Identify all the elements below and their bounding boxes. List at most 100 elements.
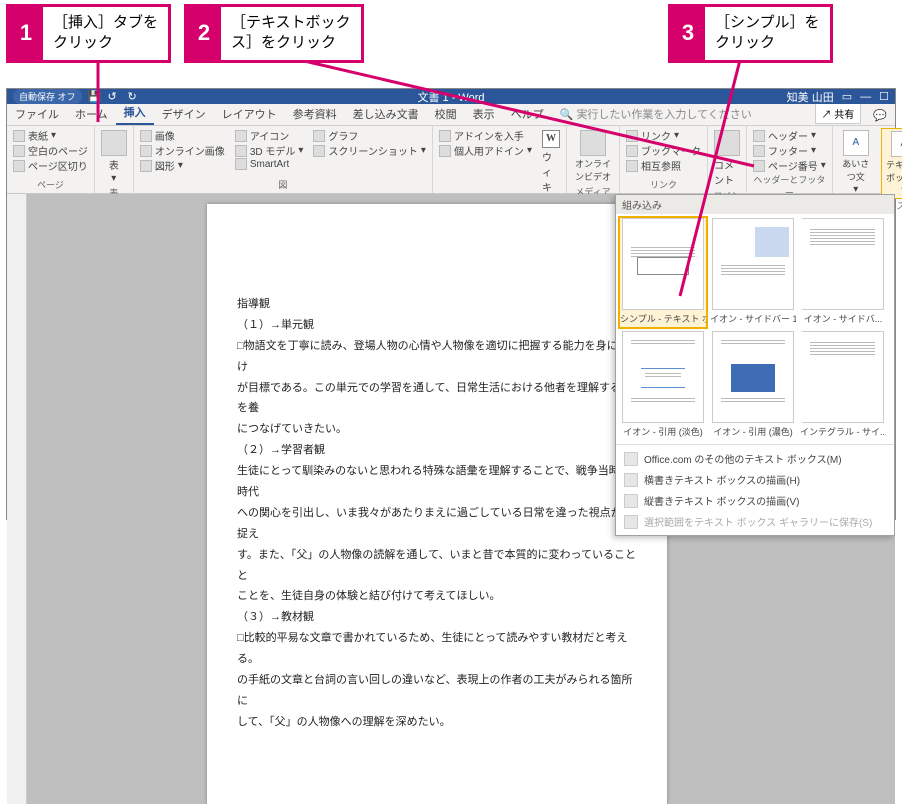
draw-vertical-textbox[interactable]: 縦書きテキスト ボックスの描画(V) bbox=[616, 490, 894, 511]
gallery-item-simple[interactable]: シンプル - テキスト ボッ... bbox=[620, 218, 706, 327]
gallery-item-ion-quote-dark[interactable]: イオン - 引用 (濃色) bbox=[710, 331, 796, 440]
more-textboxes-office[interactable]: Office.com のその他のテキスト ボックス(M) bbox=[616, 448, 894, 469]
group-pages: 表紙 ▾ 空白のページ ページ区切り ページ bbox=[7, 126, 95, 193]
table-icon bbox=[101, 130, 127, 156]
group-tables: 表▾ 表 bbox=[95, 126, 134, 193]
comment-icon bbox=[714, 130, 740, 156]
shapes-button[interactable]: 図形 ▾ bbox=[138, 158, 227, 173]
tab-view[interactable]: 表示 bbox=[465, 103, 503, 125]
pictures-icon bbox=[140, 130, 152, 142]
comment-button[interactable]: コメント bbox=[712, 128, 742, 189]
online-pictures-icon bbox=[140, 145, 152, 157]
tab-insert[interactable]: 挿入 bbox=[116, 101, 154, 125]
save-gallery-icon bbox=[624, 515, 638, 529]
thumb-ion-sidebar-1 bbox=[712, 218, 794, 310]
bookmark-icon bbox=[626, 145, 638, 157]
blank-page-icon bbox=[13, 145, 25, 157]
callout-1: 1 ［挿入］タブを クリック bbox=[6, 4, 171, 63]
online-video-button[interactable]: オンラインビデオ bbox=[571, 128, 615, 185]
cover-page-icon bbox=[13, 130, 25, 142]
gallery-item-ion-sidebar-2[interactable]: イオン - サイドバ... bbox=[800, 218, 886, 327]
group-media: オンラインビデオ メディア bbox=[567, 126, 620, 193]
group-comments: コメント コメント bbox=[708, 126, 747, 193]
ribbon-options-icon[interactable]: ▭ bbox=[842, 90, 852, 103]
cover-page-button[interactable]: 表紙 ▾ bbox=[11, 128, 90, 143]
thumb-integral bbox=[802, 331, 884, 423]
chart-icon bbox=[313, 130, 325, 142]
group-illustrations: 画像 オンライン画像 図形 ▾ アイコン 3D モデル ▾ SmartArt グ… bbox=[134, 126, 433, 193]
icons-icon bbox=[235, 130, 247, 142]
gallery-item-integral-sidebar[interactable]: インテグラル - サイ... bbox=[800, 331, 886, 440]
draw-v-icon bbox=[624, 494, 638, 508]
user-name[interactable]: 知美 山田 bbox=[787, 89, 834, 105]
gallery-item-ion-quote-light[interactable]: イオン - 引用 (淡色) bbox=[620, 331, 706, 440]
group-links: リンク ▾ ブックマーク 相互参照 リンク bbox=[620, 126, 708, 193]
gallery-item-ion-sidebar-1[interactable]: イオン - サイドバー 1 bbox=[710, 218, 796, 327]
screenshot-button[interactable]: スクリーンショット ▾ bbox=[311, 143, 428, 158]
page[interactable]: 指導観 （１）→単元観 □物語文を丁寧に読み、登場人物の心情や人物像を適切に把握… bbox=[207, 204, 667, 804]
callout-2: 2 ［テキストボック ス］をクリック bbox=[184, 4, 364, 63]
group-addins: アドインを入手 個人用アドイン ▾ Wウィキペディア アドイン bbox=[433, 126, 567, 193]
page-break-button[interactable]: ページ区切り bbox=[11, 158, 90, 173]
wikipedia-icon: W bbox=[542, 130, 560, 148]
online-pictures-button[interactable]: オンライン画像 bbox=[138, 143, 227, 158]
share-button[interactable]: ↗ 共有 bbox=[815, 103, 862, 124]
callout-2-text: ［テキストボック ス］をクリック bbox=[221, 7, 361, 60]
tab-review[interactable]: 校閲 bbox=[427, 103, 465, 125]
group-text: Aあいさつ文▾ Aテキストボックス▾ ▾ ▾ ▾ テキスト bbox=[833, 126, 902, 193]
greeting-button[interactable]: Aあいさつ文▾ bbox=[837, 128, 875, 197]
text-box-gallery: 組み込み シンプル - テキスト ボッ... bbox=[615, 194, 895, 536]
header-button[interactable]: ヘッダー ▾ bbox=[751, 128, 828, 143]
screenshot-icon bbox=[313, 145, 325, 157]
crossref-button[interactable]: 相互参照 bbox=[624, 158, 703, 173]
thumb-ion-quote-dark bbox=[712, 331, 794, 423]
text-box-button[interactable]: Aテキストボックス▾ bbox=[881, 128, 902, 199]
tab-references[interactable]: 参考資料 bbox=[285, 103, 345, 125]
vertical-ruler bbox=[7, 194, 27, 804]
gallery-header: 組み込み bbox=[616, 195, 894, 214]
store-icon bbox=[439, 130, 451, 142]
my-addins-button[interactable]: 個人用アドイン ▾ bbox=[437, 143, 534, 158]
blank-page-button[interactable]: 空白のページ bbox=[11, 143, 90, 158]
thumb-ion-quote-light bbox=[622, 331, 704, 423]
comments-pane-icon[interactable]: 💬 bbox=[865, 106, 895, 125]
page-number-icon bbox=[753, 160, 765, 172]
smartart-button[interactable]: SmartArt bbox=[233, 158, 306, 170]
tab-design[interactable]: デザイン bbox=[154, 103, 214, 125]
table-button[interactable]: 表▾ bbox=[99, 128, 129, 186]
minimize-icon[interactable]: — bbox=[860, 91, 871, 103]
autosave-toggle[interactable]: 自動保存 オフ bbox=[13, 89, 82, 104]
tab-help[interactable]: ヘルプ bbox=[503, 103, 552, 125]
draw-horizontal-textbox[interactable]: 横書きテキスト ボックスの描画(H) bbox=[616, 469, 894, 490]
footer-button[interactable]: フッター ▾ bbox=[751, 143, 828, 158]
page-number-button[interactable]: ページ番号 ▾ bbox=[751, 158, 828, 173]
callout-3-text: ［シンプル］を クリック bbox=[705, 7, 830, 60]
redo-icon[interactable]: ↻ bbox=[128, 90, 142, 104]
page-break-icon bbox=[13, 160, 25, 172]
tell-me-search[interactable]: 🔍 実行したい作業を入力してください bbox=[552, 103, 811, 125]
save-icon[interactable]: 💾 bbox=[88, 90, 102, 104]
icons-button[interactable]: アイコン bbox=[233, 128, 306, 143]
pictures-button[interactable]: 画像 bbox=[138, 128, 227, 143]
my-addins-icon bbox=[439, 145, 451, 157]
tab-layout[interactable]: レイアウト bbox=[214, 103, 285, 125]
tab-file[interactable]: ファイル bbox=[7, 103, 67, 125]
bookmark-button[interactable]: ブックマーク bbox=[624, 143, 703, 158]
undo-icon[interactable]: ↺ bbox=[108, 90, 122, 104]
tab-home[interactable]: ホーム bbox=[67, 103, 116, 125]
3d-models-button[interactable]: 3D モデル ▾ bbox=[233, 143, 306, 158]
chart-button[interactable]: グラフ bbox=[311, 128, 428, 143]
draw-h-icon bbox=[624, 473, 638, 487]
document-canvas: 指導観 （１）→単元観 □物語文を丁寧に読み、登場人物の心情や人物像を適切に把握… bbox=[7, 194, 895, 804]
tab-mailings[interactable]: 差し込み文書 bbox=[345, 103, 427, 125]
thumb-ion-sidebar-2 bbox=[802, 218, 884, 310]
maximize-icon[interactable]: ☐ bbox=[879, 90, 889, 103]
word-window: 自動保存 オフ 💾 ↺ ↻ 文書 1 - Word 知美 山田 ▭ — ☐ ファ… bbox=[6, 88, 896, 520]
link-icon bbox=[626, 130, 638, 142]
get-addins-button[interactable]: アドインを入手 bbox=[437, 128, 534, 143]
callout-3: 3 ［シンプル］を クリック bbox=[668, 4, 833, 63]
save-selection-to-gallery: 選択範囲をテキスト ボックス ギャラリーに保存(S) bbox=[616, 511, 894, 532]
3d-models-icon bbox=[235, 145, 247, 157]
header-icon bbox=[753, 130, 765, 142]
link-button[interactable]: リンク ▾ bbox=[624, 128, 703, 143]
